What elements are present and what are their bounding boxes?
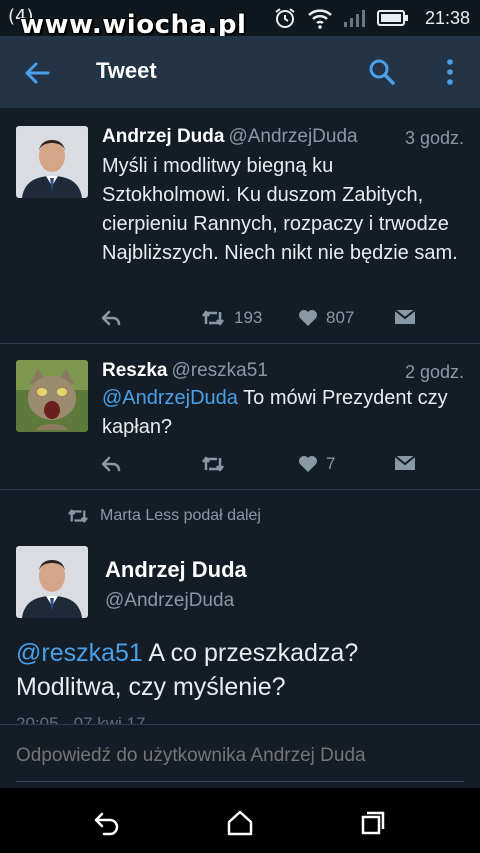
retweet-icon: [68, 509, 88, 523]
author-handle[interactable]: @AndrzejDuda: [105, 590, 234, 612]
avatar-photo: [16, 360, 88, 432]
mention-link[interactable]: @reszka51: [16, 639, 143, 667]
retweet-icon: [202, 310, 224, 326]
back-arrow-icon[interactable]: [20, 56, 54, 90]
envelope-icon: [394, 309, 416, 324]
retweet-icon: [202, 456, 224, 472]
heart-icon: [299, 310, 317, 326]
retweet-button[interactable]: [200, 454, 234, 474]
status-icons: 21:38: [273, 5, 470, 31]
tweet-time: 3 godz.: [404, 128, 464, 148]
direct-message-button[interactable]: [394, 308, 416, 326]
wifi-icon: [308, 9, 332, 29]
reply-underline: [16, 781, 464, 782]
retweet-count: 193: [234, 308, 263, 327]
nav-back-icon[interactable]: [92, 808, 122, 838]
author-name[interactable]: Reszka: [102, 360, 168, 381]
author-name[interactable]: Andrzej Duda: [102, 126, 224, 147]
tweet-text: @reszka51 A co przeszkadza? Modlitwa, cz…: [16, 636, 466, 704]
tweet-header: Andrzej Duda @AndrzejDuda: [102, 126, 358, 148]
tweet[interactable]: Reszka @reszka51 2 godz. @AndrzejDuda To …: [0, 344, 480, 490]
author-handle[interactable]: @AndrzejDuda: [228, 126, 357, 147]
tweet-text: @AndrzejDuda To mówi Prezydent czy kapła…: [102, 384, 452, 442]
avatar[interactable]: [16, 126, 88, 198]
page-title: Tweet: [96, 58, 157, 83]
envelope-icon: [394, 455, 416, 470]
avatar[interactable]: [16, 546, 88, 618]
heart-icon: [299, 456, 317, 472]
avatar-photo: [16, 546, 88, 618]
tweet-header: Reszka @reszka51: [102, 360, 268, 382]
tweet-actions: 7: [100, 454, 440, 480]
author-handle[interactable]: @reszka51: [172, 360, 268, 381]
nav-home-icon[interactable]: [225, 808, 255, 838]
search-icon[interactable]: [366, 56, 398, 88]
clock: 21:38: [424, 7, 470, 28]
retweet-button[interactable]: 193: [200, 308, 262, 328]
author-name[interactable]: Andrzej Duda: [105, 557, 247, 583]
signal-icon: [343, 10, 365, 27]
avatar[interactable]: [16, 360, 88, 432]
reply-bar: [0, 724, 480, 786]
retweeted-by[interactable]: Marta Less podał dalej: [66, 507, 261, 525]
tweet-text: Myśli i modlitwy biegną ku Sztokholmowi.…: [102, 155, 458, 264]
status-bar: (4) www.wiocha.pl 21:38: [0, 0, 480, 40]
alarm-icon: [275, 8, 295, 28]
reply-button[interactable]: [100, 454, 122, 474]
avatar-photo: [16, 126, 88, 198]
tweet-actions: 193 807: [100, 308, 440, 334]
tweet-time: 2 godz.: [404, 362, 464, 382]
like-button[interactable]: 7: [298, 454, 335, 474]
app-bar: Tweet: [0, 36, 480, 108]
like-count: 7: [326, 454, 336, 473]
battery-icon: [376, 10, 408, 26]
like-count: 807: [326, 308, 355, 327]
system-nav-bar: [0, 788, 480, 853]
nav-recents-icon[interactable]: [358, 808, 388, 838]
reply-icon: [101, 456, 121, 472]
direct-message-button[interactable]: [394, 454, 416, 472]
like-button[interactable]: 807: [298, 308, 354, 328]
reply-icon: [101, 310, 121, 326]
reply-button[interactable]: [100, 308, 122, 328]
retweeted-by-label: Marta Less podał dalej: [100, 507, 261, 524]
tweet[interactable]: Andrzej Duda @AndrzejDuda 3 godz. Myśli i…: [0, 108, 480, 344]
more-vert-icon[interactable]: [438, 56, 462, 88]
mention-link[interactable]: @AndrzejDuda: [102, 387, 238, 409]
reply-input[interactable]: [16, 745, 464, 767]
